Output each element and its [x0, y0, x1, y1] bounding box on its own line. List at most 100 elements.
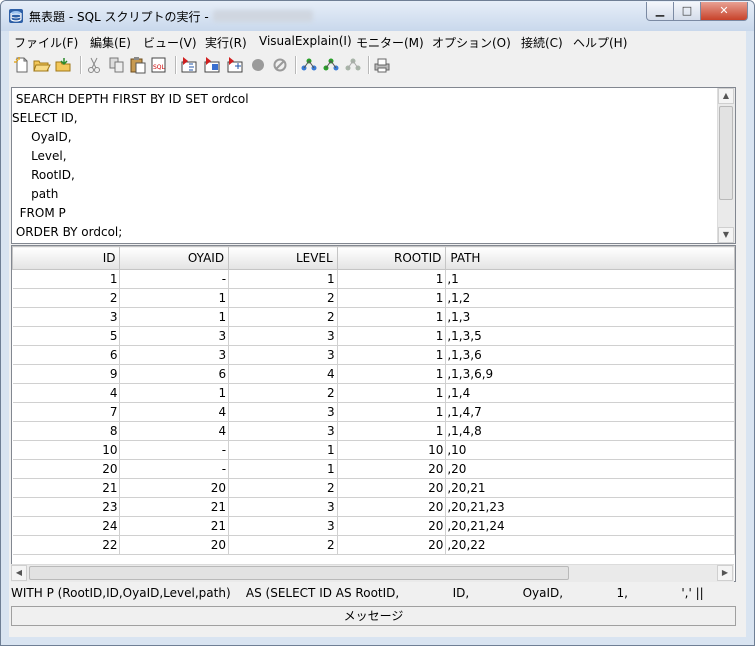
- cell-path[interactable]: ,1,4: [445, 383, 735, 403]
- cell-oyaid[interactable]: 21: [119, 497, 230, 517]
- menu-visualexplain[interactable]: VisualExplain(I): [259, 34, 352, 48]
- cell-oyaid[interactable]: -: [119, 269, 230, 289]
- table-row[interactable]: 22 20 2 20,20,22: [12, 535, 735, 555]
- run-selected-icon[interactable]: [203, 56, 221, 74]
- cell-id[interactable]: 1: [12, 269, 121, 289]
- copy-icon[interactable]: [108, 56, 126, 74]
- cell-id[interactable]: 23: [12, 497, 121, 517]
- column-header-level[interactable]: LEVEL: [228, 246, 338, 270]
- cell-rootid[interactable]: 1: [337, 402, 447, 422]
- cell-rootid[interactable]: 20: [337, 535, 447, 555]
- menu-run[interactable]: 実行(R): [205, 34, 247, 51]
- print-icon[interactable]: [373, 56, 391, 74]
- scroll-up-icon[interactable]: ▲: [718, 88, 734, 104]
- cell-level[interactable]: 3: [228, 326, 338, 346]
- cell-rootid[interactable]: 20: [337, 459, 447, 479]
- table-row[interactable]: 2 1 2 1,1,2: [12, 288, 735, 308]
- cell-id[interactable]: 6: [12, 345, 121, 365]
- explain-icon[interactable]: [300, 56, 318, 74]
- cell-path[interactable]: ,1,3,6: [445, 345, 735, 365]
- scroll-left-icon[interactable]: ◀: [11, 565, 27, 581]
- cell-id[interactable]: 5: [12, 326, 121, 346]
- cut-icon[interactable]: [85, 56, 103, 74]
- table-row[interactable]: 24 21 3 20,20,21,24: [12, 516, 735, 536]
- cell-path[interactable]: ,1,3: [445, 307, 735, 327]
- cell-level[interactable]: 2: [228, 288, 338, 308]
- cell-level[interactable]: 1: [228, 269, 338, 289]
- table-row[interactable]: 3 1 2 1,1,3: [12, 307, 735, 327]
- cell-rootid[interactable]: 1: [337, 345, 447, 365]
- cell-path[interactable]: ,20,21,23: [445, 497, 735, 517]
- save-icon[interactable]: [55, 56, 73, 74]
- cell-rootid[interactable]: 10: [337, 440, 447, 460]
- cell-rootid[interactable]: 20: [337, 497, 447, 517]
- cell-id[interactable]: 20: [12, 459, 121, 479]
- cell-id[interactable]: 3: [12, 307, 121, 327]
- cell-rootid[interactable]: 20: [337, 478, 447, 498]
- table-row[interactable]: 8 4 3 1,1,4,8: [12, 421, 735, 441]
- editor-vertical-scrollbar[interactable]: ▲ ▼: [717, 88, 735, 243]
- cell-oyaid[interactable]: 1: [119, 383, 230, 403]
- table-row[interactable]: 7 4 3 1,1,4,7: [12, 402, 735, 422]
- close-button[interactable]: ✕: [700, 2, 748, 21]
- menu-view[interactable]: ビュー(V): [143, 34, 197, 51]
- run-all-icon[interactable]: [180, 56, 198, 74]
- table-row[interactable]: 5 3 3 1,1,3,5: [12, 326, 735, 346]
- table-row[interactable]: 10-1 10,10: [12, 440, 735, 460]
- minimize-button[interactable]: ▁: [646, 2, 674, 21]
- table-row[interactable]: 23 21 3 20,20,21,23: [12, 497, 735, 517]
- open-folder-icon[interactable]: [33, 56, 51, 74]
- cell-level[interactable]: 3: [228, 516, 338, 536]
- cell-level[interactable]: 2: [228, 383, 338, 403]
- cell-id[interactable]: 4: [12, 383, 121, 403]
- run-from-icon[interactable]: [226, 56, 244, 74]
- cancel-icon[interactable]: [271, 56, 289, 74]
- cell-oyaid[interactable]: 3: [119, 326, 230, 346]
- cell-rootid[interactable]: 1: [337, 288, 447, 308]
- grid-scroll-thumb[interactable]: [29, 566, 569, 580]
- result-grid[interactable]: ID OYAID LEVEL ROOTID PATH 1-1 1,1 2 1 2 1,1,…: [11, 245, 736, 582]
- cell-level[interactable]: 3: [228, 402, 338, 422]
- cell-level[interactable]: 2: [228, 307, 338, 327]
- table-row[interactable]: 6 3 3 1,1,3,6: [12, 345, 735, 365]
- column-header-id[interactable]: ID: [12, 246, 121, 270]
- cell-id[interactable]: 9: [12, 364, 121, 384]
- cell-id[interactable]: 8: [12, 421, 121, 441]
- cell-path[interactable]: ,1,2: [445, 288, 735, 308]
- table-row[interactable]: 21 20 2 20,20,21: [12, 478, 735, 498]
- column-header-rootid[interactable]: ROOTID: [336, 246, 447, 270]
- messages-button[interactable]: メッセージ: [11, 606, 736, 626]
- menu-monitor[interactable]: モニター(M): [356, 34, 424, 51]
- cell-oyaid[interactable]: 6: [119, 364, 230, 384]
- column-header-oyaid[interactable]: OYAID: [119, 246, 230, 270]
- cell-level[interactable]: 3: [228, 421, 338, 441]
- cell-oyaid[interactable]: 21: [119, 516, 230, 536]
- explain-all-icon[interactable]: [322, 56, 340, 74]
- cell-oyaid[interactable]: 3: [119, 345, 230, 365]
- cell-path[interactable]: ,1,3,5: [445, 326, 735, 346]
- menu-connect[interactable]: 接続(C): [521, 34, 563, 51]
- cell-path[interactable]: ,1: [445, 269, 735, 289]
- menu-options[interactable]: オプション(O): [432, 34, 511, 51]
- cell-rootid[interactable]: 20: [337, 516, 447, 536]
- cell-id[interactable]: 10: [12, 440, 121, 460]
- cell-rootid[interactable]: 1: [337, 326, 447, 346]
- table-row[interactable]: 4 1 2 1,1,4: [12, 383, 735, 403]
- menu-edit[interactable]: 編集(E): [90, 34, 131, 51]
- table-row[interactable]: 1-1 1,1: [12, 269, 735, 289]
- cell-level[interactable]: 2: [228, 478, 338, 498]
- cell-id[interactable]: 24: [12, 516, 121, 536]
- cell-oyaid[interactable]: 4: [119, 421, 230, 441]
- cell-oyaid[interactable]: 1: [119, 307, 230, 327]
- sql-editor-text[interactable]: SEARCH DEPTH FIRST BY ID SET ordcol SELE…: [12, 88, 712, 243]
- cell-rootid[interactable]: 1: [337, 307, 447, 327]
- cell-rootid[interactable]: 1: [337, 383, 447, 403]
- cell-path[interactable]: ,1,4,7: [445, 402, 735, 422]
- cell-level[interactable]: 4: [228, 364, 338, 384]
- table-row[interactable]: 9 6 4 1,1,3,6,9: [12, 364, 735, 384]
- cell-id[interactable]: 21: [12, 478, 121, 498]
- explain-disabled-icon[interactable]: [344, 56, 362, 74]
- cell-level[interactable]: 3: [228, 497, 338, 517]
- cell-level[interactable]: 1: [228, 459, 338, 479]
- cell-oyaid[interactable]: 4: [119, 402, 230, 422]
